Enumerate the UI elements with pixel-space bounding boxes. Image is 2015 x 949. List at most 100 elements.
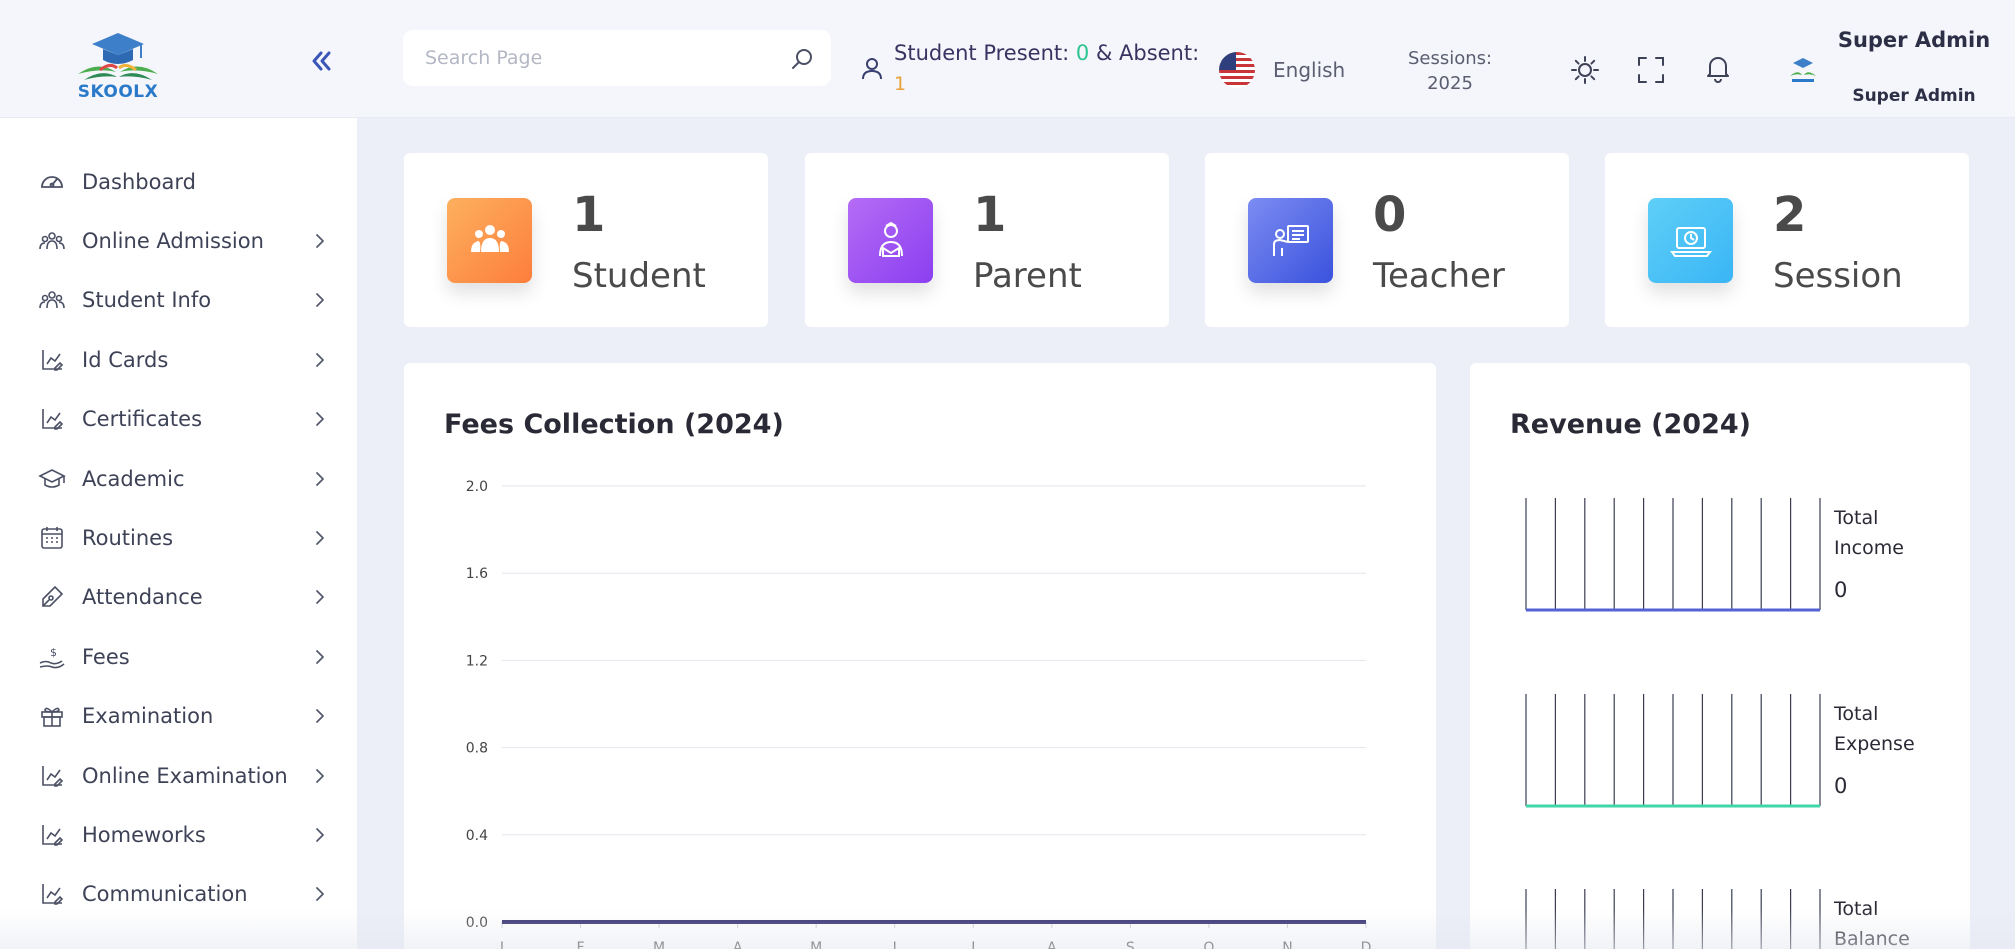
sidebar-item-label: Online Examination bbox=[82, 763, 288, 788]
sidebar-item-label: Certificates bbox=[82, 407, 203, 432]
sidebar-item-routines[interactable]: Routines bbox=[0, 508, 358, 567]
chevron-right-icon bbox=[312, 233, 328, 249]
sidebar-item-online-examination[interactable]: Online Examination bbox=[0, 746, 358, 805]
attendance-line: Student Present: 0 & Absent: bbox=[894, 41, 1199, 65]
bell-icon[interactable] bbox=[1703, 53, 1733, 83]
language-selector[interactable]: English bbox=[1273, 58, 1345, 82]
y-tick-label: 2.0 bbox=[466, 479, 488, 495]
sidebar-item-label: Id Cards bbox=[82, 347, 169, 372]
revenue-label: Expense bbox=[1834, 733, 1915, 755]
sidebar-item-dashboard[interactable]: Dashboard bbox=[0, 152, 358, 211]
sidebar-item-attendance[interactable]: Attendance bbox=[0, 568, 358, 627]
sidebar-item-online-admission[interactable]: Online Admission bbox=[0, 211, 358, 270]
chevron-right-icon bbox=[312, 352, 328, 368]
stat-card-student[interactable]: 1 Student bbox=[404, 153, 768, 327]
svg-text:$: $ bbox=[50, 646, 57, 659]
x-tick-label: D bbox=[1361, 940, 1372, 949]
stat-label: Student bbox=[572, 256, 706, 296]
parent-icon bbox=[848, 198, 933, 283]
chevron-right-icon bbox=[312, 411, 328, 427]
sidebar-item-academic[interactable]: Academic bbox=[0, 449, 358, 508]
x-tick-label: A bbox=[733, 940, 743, 949]
search-icon[interactable] bbox=[789, 46, 815, 72]
search-box bbox=[403, 30, 831, 86]
sidebar-item-communication[interactable]: Communication bbox=[0, 865, 358, 924]
teacher-board-icon bbox=[1248, 198, 1333, 283]
sidebar-item-fees[interactable]: $ Fees bbox=[0, 627, 358, 686]
x-tick-label: M bbox=[653, 940, 665, 949]
present-prefix: Student Present: bbox=[894, 41, 1076, 65]
x-tick-label: N bbox=[1282, 940, 1292, 949]
y-tick-label: 0.4 bbox=[466, 828, 488, 844]
stat-label: Session bbox=[1773, 256, 1903, 296]
absent-count: 1 bbox=[894, 73, 907, 95]
chevron-right-icon bbox=[312, 589, 328, 605]
graduation-cap-logo-icon bbox=[78, 33, 158, 80]
x-tick-label: A bbox=[1047, 940, 1057, 949]
chevron-right-icon bbox=[312, 886, 328, 902]
revenue-label: Total bbox=[1833, 703, 1878, 725]
sidebar-item-student-info[interactable]: Student Info bbox=[0, 271, 358, 330]
sidebar-item-label: Communication bbox=[82, 882, 248, 907]
sidebar-item-label: Attendance bbox=[82, 585, 203, 610]
chart-edit-icon bbox=[38, 880, 66, 908]
sidebar-item-certificates[interactable]: Certificates bbox=[0, 390, 358, 449]
sidebar-nav: Dashboard Online Admission Student Info Id … bbox=[0, 152, 358, 924]
us-flag-icon[interactable] bbox=[1219, 52, 1255, 88]
sidebar-item-label: Dashboard bbox=[82, 169, 196, 194]
stat-card-parent[interactable]: 1 Parent bbox=[805, 153, 1169, 327]
sidebar-item-label: Online Admission bbox=[82, 229, 264, 254]
brand-name: SKOOLX bbox=[77, 82, 159, 102]
user-name[interactable]: Super Admin bbox=[1836, 28, 1992, 53]
x-tick-label: S bbox=[1126, 940, 1135, 949]
students-icon bbox=[447, 198, 532, 283]
sidebar-item-label: Student Info bbox=[82, 288, 212, 313]
sidebar-item-homeworks[interactable]: Homeworks bbox=[0, 805, 358, 864]
sun-icon[interactable] bbox=[1570, 55, 1600, 85]
revenue-panel: Revenue (2024) Total Income 0 Total Expense 0… bbox=[1470, 363, 1970, 949]
y-tick-label: 1.6 bbox=[466, 566, 488, 582]
sessions-label: Sessions: bbox=[1407, 48, 1493, 69]
users-group-icon bbox=[38, 286, 66, 314]
absent-prefix: & Absent: bbox=[1089, 41, 1200, 65]
user-icon bbox=[860, 56, 884, 80]
sidebar-header: SKOOLX bbox=[0, 0, 358, 118]
x-tick-label: F bbox=[577, 940, 585, 949]
y-tick-label: 1.2 bbox=[466, 653, 488, 669]
revenue-label: Balance bbox=[1834, 928, 1910, 949]
topbar: Student Present: 0 & Absent: 1 English S… bbox=[358, 0, 2015, 118]
chart-edit-icon bbox=[38, 346, 66, 374]
fullscreen-icon[interactable] bbox=[1636, 55, 1666, 85]
x-tick-label: M bbox=[810, 940, 822, 949]
chevron-right-icon bbox=[312, 768, 328, 784]
stat-card-session[interactable]: 2 Session bbox=[1605, 153, 1969, 327]
collapse-sidebar-icon[interactable] bbox=[308, 48, 334, 74]
fees-collection-panel: Fees Collection (2024) 0.0 0.4 0.8 1.2 1.6 2.… bbox=[404, 363, 1436, 949]
graduation-cap-icon bbox=[38, 465, 66, 493]
revenue-label: Income bbox=[1834, 537, 1904, 559]
revenue-sparklines: Total Income 0 Total Expense 0 Total Balance bbox=[1525, 498, 1915, 949]
brand-logo[interactable]: SKOOLX bbox=[70, 30, 166, 102]
search-input[interactable] bbox=[403, 30, 773, 86]
gift-box-icon bbox=[38, 702, 66, 730]
dashboard-gauge-icon bbox=[38, 168, 66, 196]
money-hand-icon: $ bbox=[38, 643, 66, 671]
session-indicator[interactable]: Sessions: 2025 bbox=[1400, 46, 1500, 96]
sessions-value: 2025 bbox=[1427, 73, 1473, 94]
stat-card-teacher[interactable]: 0 Teacher bbox=[1205, 153, 1569, 327]
y-tick-label: 0.0 bbox=[466, 915, 488, 931]
chevron-right-icon bbox=[312, 292, 328, 308]
revenue-label: Total bbox=[1833, 507, 1878, 529]
sidebar-item-label: Homeworks bbox=[82, 822, 206, 847]
avatar[interactable] bbox=[1786, 56, 1820, 86]
chevron-right-icon bbox=[312, 471, 328, 487]
sidebar-item-label: Examination bbox=[82, 704, 214, 729]
sidebar-item-label: Fees bbox=[82, 644, 130, 669]
sidebar-item-examination[interactable]: Examination bbox=[0, 687, 358, 746]
users-group-icon bbox=[38, 227, 66, 255]
x-tick-label: O bbox=[1203, 940, 1214, 949]
sidebar-item-id-cards[interactable]: Id Cards bbox=[0, 330, 358, 389]
revenue-value: 0 bbox=[1834, 578, 1847, 602]
stat-label: Parent bbox=[973, 256, 1082, 296]
chevron-right-icon bbox=[312, 708, 328, 724]
